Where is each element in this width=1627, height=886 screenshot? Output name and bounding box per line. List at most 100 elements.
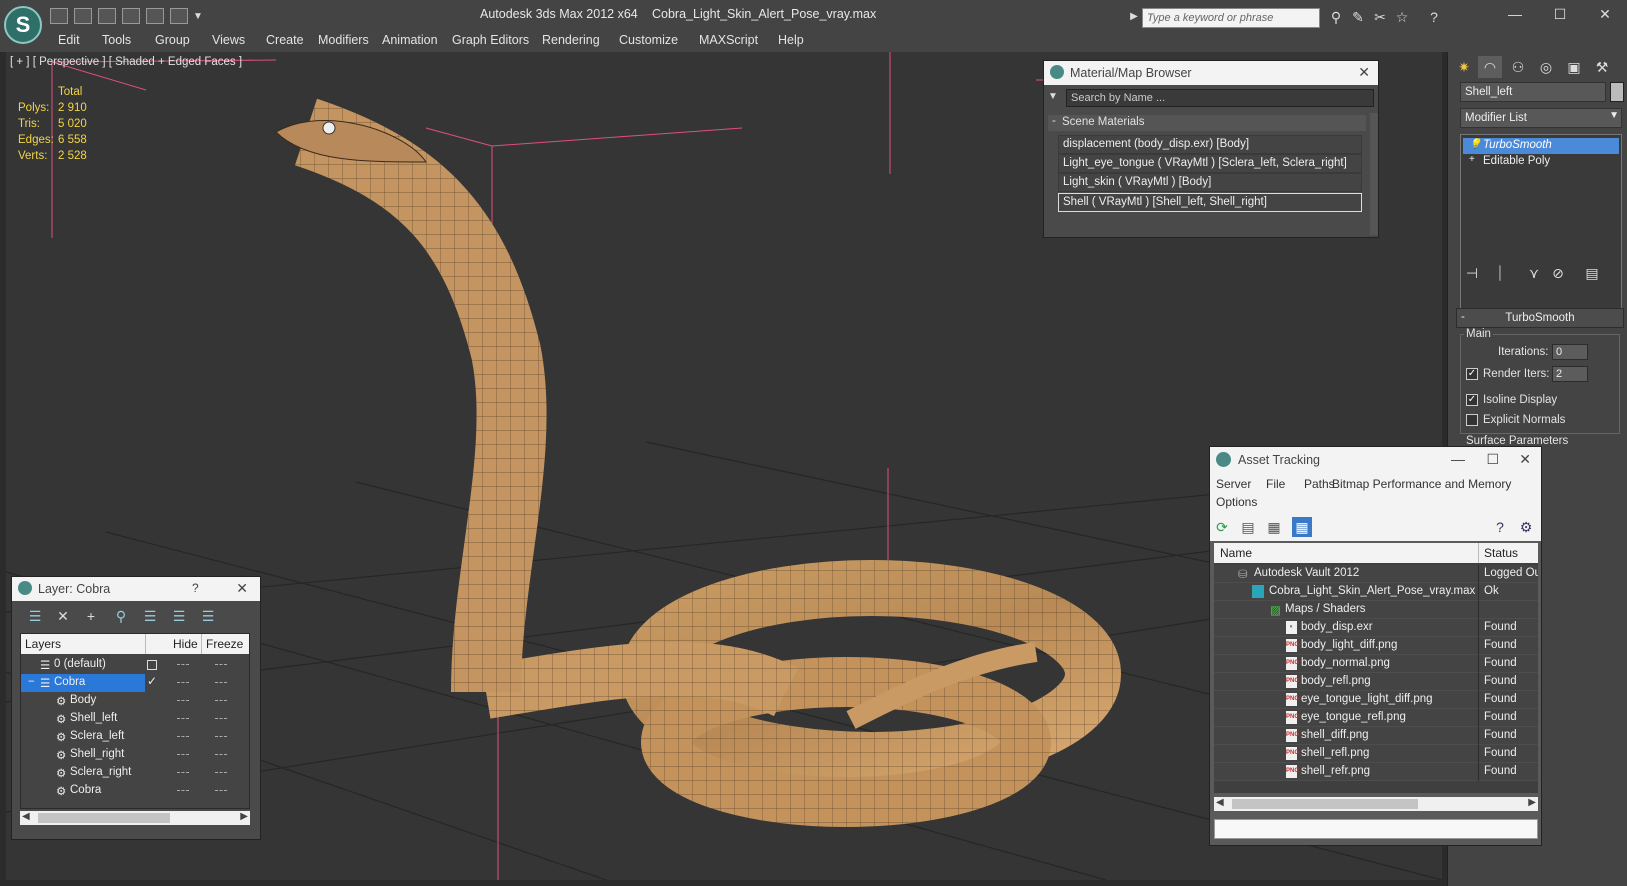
table-row[interactable]: PNG shell_refr.png Found [1214,763,1538,781]
table-row[interactable]: PNG shell_diff.png Found [1214,727,1538,745]
table-row[interactable]: ▨ Maps / Shaders [1214,601,1538,619]
menu-create[interactable]: Create [266,33,304,47]
new-scene-icon[interactable] [98,8,116,24]
close-icon[interactable]: ✕ [1519,451,1531,468]
options-arrow-icon[interactable]: ▼ [1048,91,1058,102]
menu-rendering[interactable]: Rendering [542,33,600,47]
freeze-toggle[interactable] [215,790,227,791]
search-expand-icon[interactable]: ▶ [1126,9,1142,25]
scene-materials-section[interactable]: - Scene Materials [1048,115,1366,131]
delete-layer-icon[interactable]: ✕ [54,607,72,625]
material-scrollbar[interactable] [1370,113,1378,235]
hide-toggle[interactable] [177,736,189,737]
expand-plus-icon[interactable]: + [1469,154,1475,165]
render-iters-spinner[interactable]: 2 [1552,366,1588,382]
explicit-normals-checkbox[interactable] [1466,414,1478,426]
hide-toggle[interactable] [177,700,189,701]
freeze-toggle[interactable] [215,682,227,683]
asset-menu-options[interactable]: Options [1216,495,1257,509]
collapse-minus-icon[interactable]: − [25,674,38,692]
isoline-display-checkbox[interactable]: ✓ [1466,394,1478,406]
scroll-thumb[interactable] [1232,799,1418,809]
context-help-icon[interactable]: ⚙ [1518,519,1534,535]
freeze-toggle[interactable] [215,718,227,719]
current-layer-box[interactable] [147,660,157,670]
hide-toggle[interactable] [177,790,189,791]
asset-menu-bitmap[interactable]: Bitmap Performance and Memory [1332,477,1511,491]
freeze-toggle[interactable] [215,772,227,773]
scroll-thumb[interactable] [38,813,170,823]
favorites-star-icon[interactable]: ☆ [1394,9,1410,25]
make-unique-icon[interactable]: ⋎ [1522,262,1546,284]
thumbnail-view-icon[interactable]: ▦ [1266,519,1282,535]
material-item-selected[interactable]: Shell ( VRayMtl ) [Shell_left, Shell_rig… [1058,193,1362,212]
maximize-icon[interactable]: ☐ [1486,451,1499,468]
stack-item-editable-poly[interactable]: + Editable Poly [1463,154,1619,170]
save-icon[interactable] [74,8,92,24]
freeze-toggle[interactable] [215,700,227,701]
material-browser-title-bar[interactable]: Material/Map Browser ✕ [1044,61,1378,85]
utilities-tab-icon[interactable]: ⚒ [1590,56,1614,78]
stack-item-turbosmooth[interactable]: 💡 TurboSmooth [1463,138,1619,154]
hide-toggle[interactable] [177,718,189,719]
col-status-header[interactable]: Status [1484,546,1518,560]
table-view-icon[interactable]: ▦ [1292,517,1312,537]
scroll-left-icon[interactable]: ◀ [22,811,30,822]
show-end-result-icon[interactable]: ⏐ [1488,262,1512,284]
menu-tools[interactable]: Tools [102,33,131,47]
table-row[interactable]: Cobra_Light_Skin_Alert_Pose_vray.max Ok [1214,583,1538,601]
iterations-spinner[interactable]: 0 [1552,344,1588,360]
table-row[interactable]: PNG body_refl.png Found [1214,673,1538,691]
help-button[interactable]: ? [192,581,199,595]
turbosmooth-rollout-header[interactable]: - TurboSmooth [1456,308,1624,328]
lightbulb-icon[interactable]: 💡 [1469,139,1481,150]
menu-modifiers[interactable]: Modifiers [318,33,369,47]
layer-row[interactable]: ☰ 0 (default) [21,656,249,674]
menu-animation[interactable]: Animation [382,33,438,47]
modify-tab-icon[interactable]: ◠ [1478,56,1502,78]
layer-row[interactable]: ⚙ Sclera_left [21,728,249,746]
layer-row[interactable]: ⚙ Shell_left [21,710,249,728]
add-to-layer-icon[interactable]: + [82,607,100,625]
table-row[interactable]: PNG eye_tongue_refl.png Found [1214,709,1538,727]
col-hide-header[interactable]: Hide [173,637,198,651]
layer-row[interactable]: ⚙ Sclera_right [21,764,249,782]
menu-graph-editors[interactable]: Graph Editors [452,33,529,47]
minimize-icon[interactable]: — [1500,4,1530,24]
freeze-toggle[interactable] [215,664,227,665]
hide-toggle[interactable] [177,682,189,683]
remove-modifier-icon[interactable]: ⊘ [1546,262,1570,284]
scroll-right-icon[interactable]: ▶ [1528,797,1536,808]
menu-customize[interactable]: Customize [619,33,678,47]
quick-access-dropdown-icon[interactable]: ▼ [190,9,206,25]
menu-edit[interactable]: Edit [58,33,80,47]
object-name-field[interactable]: Shell_left [1460,82,1606,102]
menu-views[interactable]: Views [212,33,245,47]
configure-sets-icon[interactable]: ▤ [1580,262,1604,284]
subscription-icon[interactable]: ✎ [1350,9,1366,25]
scroll-left-icon[interactable]: ◀ [1216,797,1224,808]
table-row[interactable]: PNG eye_tongue_light_diff.png Found [1214,691,1538,709]
asset-menu-file[interactable]: File [1266,477,1285,491]
modifier-list-dropdown[interactable]: Modifier List ▼ [1460,108,1622,128]
select-objects-icon[interactable]: ⚲ [112,607,130,625]
layer-horizontal-scrollbar[interactable]: ◀ ▶ [20,811,250,825]
motion-tab-icon[interactable]: ◎ [1534,56,1558,78]
col-name-header[interactable]: Name [1220,546,1252,560]
asset-horizontal-scrollbar[interactable]: ◀ ▶ [1214,797,1538,811]
menu-group[interactable]: Group [155,33,190,47]
redo-icon[interactable] [170,8,188,24]
layer-row[interactable]: ⚙ Body [21,692,249,710]
table-row[interactable]: ◐ body_disp.exr Found [1214,619,1538,637]
table-row[interactable]: PNG body_light_diff.png Found [1214,637,1538,655]
layer-manager-title-bar[interactable]: Layer: Cobra ? ✕ [12,577,260,601]
close-icon[interactable]: ✕ [1358,64,1370,81]
asset-tracking-title-bar[interactable]: Asset Tracking — ☐ ✕ [1210,447,1541,473]
hide-toggle[interactable] [177,772,189,773]
layer-row[interactable]: ⚙ Cobra [21,782,249,800]
viewport-label[interactable]: [ + ] [ Perspective ] [ Shaded + Edged F… [10,56,242,68]
create-tab-icon[interactable]: ✷ [1452,56,1476,78]
menu-help[interactable]: Help [778,33,804,47]
layer-row[interactable]: − ☰ Cobra ✓ [21,674,249,692]
maximize-icon[interactable]: ☐ [1545,4,1575,24]
